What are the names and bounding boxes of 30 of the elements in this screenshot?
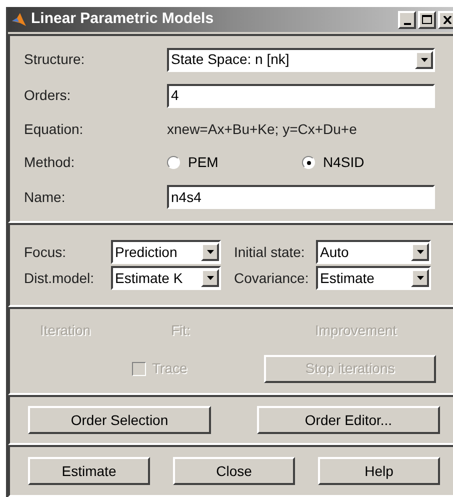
field-label: Initial state:: [234, 242, 306, 262]
push-button[interactable]: Close: [173, 457, 295, 485]
input-field[interactable]: 4: [167, 84, 435, 108]
equation-text: xnew=Ax+Bu+Ke; y=Cx+Du+e: [167, 120, 357, 140]
push-button[interactable]: Estimate: [28, 457, 150, 485]
field-label: Focus:: [24, 242, 68, 262]
close-icon: [442, 16, 452, 24]
field-label: Structure:: [24, 50, 86, 70]
app-logo-icon: [11, 12, 27, 28]
push-button[interactable]: Order Selection: [28, 406, 211, 434]
maximize-button[interactable]: [418, 10, 436, 28]
field-label: Method:: [24, 153, 76, 172]
push-button[interactable]: Help: [318, 457, 440, 485]
minimize-button[interactable]: [398, 10, 416, 28]
field-label: Covariance:: [234, 268, 310, 288]
dropdown[interactable]: Estimate: [316, 266, 431, 290]
input-field[interactable]: n4s4: [167, 185, 435, 210]
field-label: Orders:: [24, 86, 72, 106]
field-label: Equation:: [24, 120, 84, 140]
dropdown[interactable]: Estimate K: [111, 266, 221, 290]
dropdown[interactable]: State Space: n [nk]: [167, 48, 435, 72]
field-label: Name:: [24, 188, 66, 207]
field-label: Dist.model:: [24, 268, 96, 288]
close-button[interactable]: [438, 10, 453, 28]
dropdown[interactable]: Auto: [316, 240, 431, 264]
radio-option[interactable]: PEM: [167, 152, 302, 174]
radio-option[interactable]: N4SID: [302, 152, 437, 174]
dropdown[interactable]: Prediction: [111, 240, 221, 264]
push-button[interactable]: Order Editor...: [257, 406, 440, 434]
window-title: Linear Parametric Models: [31, 9, 214, 30]
